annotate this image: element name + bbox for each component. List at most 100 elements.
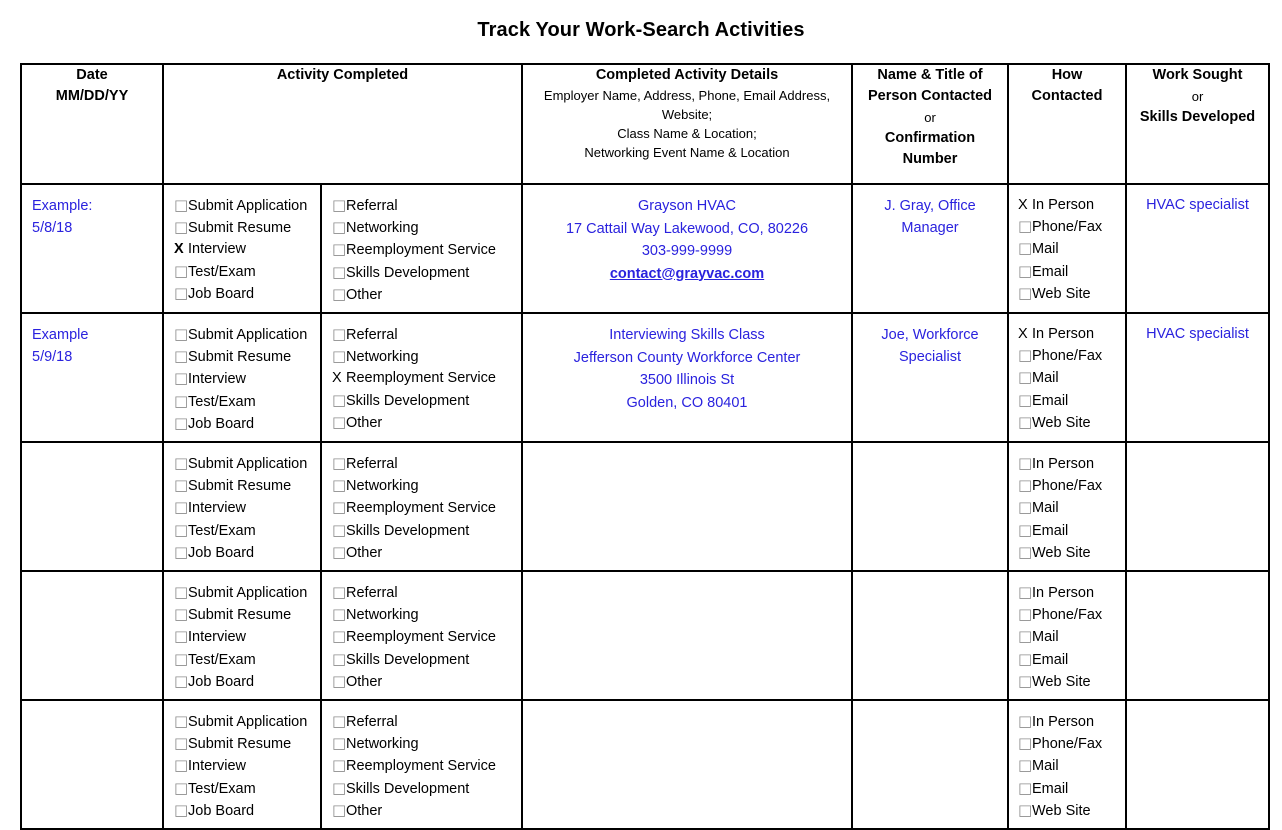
checkbox-icon[interactable]: □: [174, 671, 188, 692]
activity-options-right-cell[interactable]: □Referral □Networking □Reemployment Servic…: [320, 441, 523, 573]
activity-option-left-option[interactable]: □Submit Resume: [174, 475, 312, 497]
checkbox-icon[interactable]: □: [332, 520, 346, 541]
activity-option-left-option[interactable]: □Test/Exam: [174, 778, 312, 800]
contact-option-option[interactable]: □Phone/Fax: [1018, 345, 1117, 367]
contact-option-option[interactable]: □In Person: [1018, 582, 1117, 604]
checkbox-icon[interactable]: □: [174, 346, 188, 367]
activity-option-right-option[interactable]: □Networking: [332, 604, 513, 626]
activity-option-right-option[interactable]: □Reemployment Service: [332, 626, 513, 648]
activity-option-right-option[interactable]: □Other: [332, 671, 513, 693]
checkbox-icon[interactable]: □: [174, 626, 188, 647]
contact-option-option[interactable]: □In Person: [1018, 711, 1117, 733]
checkbox-icon[interactable]: □: [332, 217, 346, 238]
contact-option-option[interactable]: □In Person: [1018, 453, 1117, 475]
contact-option-option[interactable]: □Phone/Fax: [1018, 475, 1117, 497]
checkbox-icon[interactable]: □: [332, 390, 346, 411]
checkbox-icon[interactable]: □: [332, 626, 346, 647]
activity-option-left-option[interactable]: □Job Board: [174, 800, 312, 822]
checkbox-icon[interactable]: □: [1018, 542, 1032, 563]
checkbox-icon[interactable]: □: [174, 283, 188, 304]
checkbox-icon[interactable]: □: [174, 391, 188, 412]
activity-option-right-option[interactable]: □Referral: [332, 324, 513, 346]
checkbox-icon[interactable]: □: [174, 733, 188, 754]
activity-option-left-option[interactable]: □Submit Resume: [174, 346, 312, 368]
work-sought-cell[interactable]: [1125, 570, 1270, 702]
checkbox-icon[interactable]: □: [174, 195, 188, 216]
checkbox-icon[interactable]: □: [332, 239, 346, 260]
activity-option-right-option[interactable]: □Reemployment Service: [332, 497, 513, 519]
activity-options-right-cell[interactable]: □Referral □Networking □Reemployment Servic…: [320, 182, 523, 315]
checkbox-icon[interactable]: □: [332, 778, 346, 799]
checkbox-icon[interactable]: □: [1018, 475, 1032, 496]
activity-option-left-option[interactable]: □Test/Exam: [174, 391, 312, 413]
activity-option-left-option[interactable]: □Job Board: [174, 283, 312, 305]
activity-option-left-option[interactable]: □Job Board: [174, 671, 312, 693]
activity-option-left-option[interactable]: □Submit Application: [174, 711, 312, 733]
checkbox-icon[interactable]: □: [1018, 755, 1032, 776]
contact-option-option[interactable]: □Phone/Fax: [1018, 733, 1117, 755]
checkbox-icon[interactable]: □: [332, 453, 346, 474]
how-contacted-cell[interactable]: X In Person □Phone/Fax □Mail □Email □Web Site: [1007, 182, 1127, 315]
contact-option-option[interactable]: □Web Site: [1018, 671, 1117, 693]
checkbox-icon[interactable]: □: [1018, 367, 1032, 388]
checkbox-icon[interactable]: □: [332, 542, 346, 563]
checkbox-icon[interactable]: □: [174, 800, 188, 821]
checkbox-icon[interactable]: □: [332, 475, 346, 496]
checkbox-icon[interactable]: □: [332, 800, 346, 821]
activity-option-left-option[interactable]: X Interview: [174, 239, 312, 260]
activity-options-left-cell[interactable]: □Submit Application □Submit Resume X Interv…: [162, 182, 322, 315]
activity-option-left-option[interactable]: □Submit Application: [174, 324, 312, 346]
activity-options-left-cell[interactable]: □Submit Application □Submit Resume □Interv…: [162, 441, 322, 573]
checkbox-icon[interactable]: □: [332, 324, 346, 345]
email-link[interactable]: contact@grayvac.com: [529, 263, 845, 286]
activity-options-right-cell[interactable]: □Referral □Networking X Reemployment Servic…: [320, 312, 523, 444]
checkbox-icon[interactable]: □: [174, 324, 188, 345]
contact-option-option[interactable]: □Web Site: [1018, 542, 1117, 564]
activity-option-right-option[interactable]: □Skills Development: [332, 649, 513, 671]
checkbox-icon[interactable]: □: [332, 582, 346, 603]
activity-option-right-option[interactable]: □Referral: [332, 711, 513, 733]
checkbox-icon[interactable]: □: [174, 711, 188, 732]
date-cell[interactable]: [20, 699, 164, 830]
person-contacted-cell[interactable]: [851, 699, 1009, 830]
activity-details-cell[interactable]: Interviewing Skills Class Jefferson Count…: [521, 312, 853, 444]
checkbox-icon[interactable]: □: [332, 412, 346, 433]
activity-option-left-option[interactable]: □Test/Exam: [174, 520, 312, 542]
checkbox-icon[interactable]: □: [332, 711, 346, 732]
work-sought-cell[interactable]: HVAC specialist: [1125, 182, 1270, 315]
activity-option-left-option[interactable]: □Interview: [174, 368, 312, 390]
activity-options-right-cell[interactable]: □Referral □Networking □Reemployment Servic…: [320, 570, 523, 702]
person-contacted-cell[interactable]: Joe, Workforce Specialist: [851, 312, 1009, 444]
checkbox-icon[interactable]: □: [1018, 733, 1032, 754]
activity-option-right-option[interactable]: □Other: [332, 800, 513, 822]
checkbox-icon[interactable]: □: [332, 346, 346, 367]
activity-option-right-option[interactable]: □Networking: [332, 217, 513, 239]
activity-option-left-option[interactable]: □Interview: [174, 755, 312, 777]
checkbox-icon[interactable]: □: [174, 261, 188, 282]
date-cell[interactable]: Example 5/9/18: [20, 312, 164, 444]
contact-option-option[interactable]: □Mail: [1018, 238, 1117, 260]
activity-option-left-option[interactable]: □Submit Application: [174, 582, 312, 604]
activity-options-right-cell[interactable]: □Referral □Networking □Reemployment Servic…: [320, 699, 523, 830]
checkbox-icon[interactable]: □: [1018, 345, 1032, 366]
activity-details-cell[interactable]: [521, 441, 853, 573]
checkbox-icon[interactable]: □: [174, 413, 188, 434]
activity-option-right-option[interactable]: □Skills Development: [332, 390, 513, 412]
activity-option-left-option[interactable]: □Submit Resume: [174, 604, 312, 626]
checkbox-icon[interactable]: □: [174, 582, 188, 603]
contact-option-option[interactable]: X In Person: [1018, 324, 1117, 345]
work-sought-cell[interactable]: HVAC specialist: [1125, 312, 1270, 444]
contact-option-option[interactable]: X In Person: [1018, 195, 1117, 216]
checkbox-icon[interactable]: □: [1018, 412, 1032, 433]
contact-option-option[interactable]: □Email: [1018, 649, 1117, 671]
date-cell[interactable]: [20, 441, 164, 573]
contact-option-option[interactable]: □Email: [1018, 520, 1117, 542]
activity-details-cell[interactable]: Grayson HVAC 17 Cattail Way Lakewood, CO,…: [521, 182, 853, 315]
activity-details-cell[interactable]: [521, 570, 853, 702]
contact-option-option[interactable]: □Email: [1018, 261, 1117, 283]
activity-options-left-cell[interactable]: □Submit Application □Submit Resume □Interv…: [162, 312, 322, 444]
person-contacted-cell[interactable]: [851, 441, 1009, 573]
work-sought-cell[interactable]: [1125, 699, 1270, 830]
checked-checkbox-icon[interactable]: X: [1018, 324, 1032, 345]
activity-option-right-option[interactable]: □Skills Development: [332, 778, 513, 800]
